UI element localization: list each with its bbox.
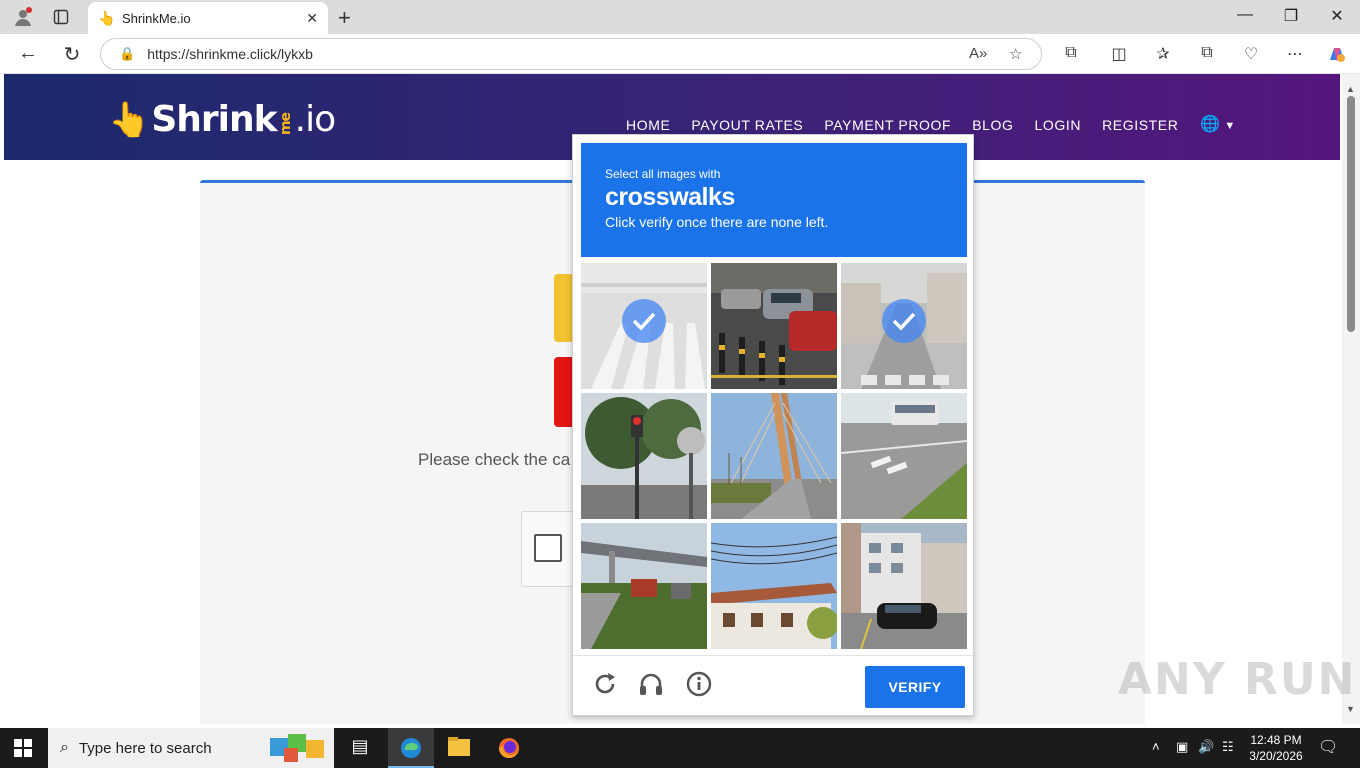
system-clock[interactable]: 12:48 PM 3/20/2026: [1246, 732, 1306, 764]
hand-favicon-icon: 👆: [98, 10, 116, 26]
translate-icon: 🌐: [1200, 116, 1220, 133]
profile-icon[interactable]: [12, 6, 34, 28]
prompt-target: crosswalks: [605, 183, 735, 211]
tray-chevron-icon[interactable]: ˄: [1152, 739, 1160, 754]
captcha-tile-9[interactable]: [841, 523, 967, 649]
read-aloud-icon[interactable]: A»: [969, 45, 987, 62]
windows-taskbar: ⌕ Type here to search ▤ ˄ ▣ 🔊 ☷ 12:48 PM…: [0, 728, 1360, 768]
browser-toolbar: ← ↻ 🔒 https://shrinkme.click/lykxb A» ☆ …: [0, 34, 1360, 74]
captcha-prompt: Select all images with crosswalks Click …: [581, 143, 967, 257]
collections-icon[interactable]: ⧉: [1196, 44, 1218, 62]
search-icon: ⌕: [60, 739, 69, 756]
captcha-checkbox[interactable]: [534, 534, 562, 562]
copilot-icon[interactable]: [1326, 44, 1348, 71]
task-view-icon[interactable]: ▤: [348, 736, 372, 760]
favorites-icon[interactable]: ✰: [1152, 44, 1174, 64]
windows-start-icon[interactable]: [14, 739, 32, 757]
captcha-tile-4[interactable]: [581, 393, 707, 519]
edge-icon[interactable]: [399, 736, 423, 760]
language-selector[interactable]: 🌐 ▼: [1200, 114, 1235, 134]
close-tab-icon[interactable]: ✕: [306, 10, 318, 27]
new-tab-icon[interactable]: +: [338, 5, 351, 31]
search-placeholder: Type here to search: [78, 739, 212, 757]
anyrun-watermark: ANY RUN: [1118, 654, 1357, 705]
scroll-thumb[interactable]: [1347, 96, 1355, 332]
logo-me-text: me: [277, 112, 294, 136]
browser-essentials-icon[interactable]: ♡: [1240, 44, 1262, 64]
favorite-icon[interactable]: ☆: [1009, 45, 1022, 63]
browser-tab-bar: 👆 ShrinkMe.io ✕ + — ❐ ✕: [0, 0, 1360, 34]
page-scrollbar[interactable]: ▲ ▼: [1342, 74, 1360, 724]
lock-icon[interactable]: 🔒: [119, 46, 135, 62]
logo-io-text: .io: [294, 99, 336, 140]
site-nav: HOME PAYOUT RATES PAYMENT PROOF BLOG LOG…: [626, 117, 1199, 133]
nav-register[interactable]: REGISTER: [1102, 117, 1178, 133]
volume-icon[interactable]: 🔊: [1198, 739, 1214, 755]
scroll-up-icon[interactable]: ▲: [1346, 84, 1355, 94]
prompt-line-3: Click verify once there are none left.: [605, 214, 829, 230]
captcha-challenge: Select all images with crosswalks Click …: [572, 134, 974, 716]
file-explorer-icon[interactable]: [447, 736, 471, 760]
chevron-down-icon: ▼: [1224, 120, 1236, 132]
selected-check-icon: [882, 299, 926, 343]
captcha-image-grid: [581, 263, 967, 649]
taskbar-search[interactable]: ⌕ Type here to search: [48, 728, 334, 768]
captcha-tile-1[interactable]: [581, 263, 707, 389]
headphones-icon[interactable]: [637, 670, 665, 698]
hand-logo-icon: 👆: [108, 100, 150, 140]
site-logo[interactable]: 👆 Shrink me .io: [108, 88, 336, 140]
restore-icon[interactable]: ❐: [1281, 6, 1301, 26]
nav-payout-rates[interactable]: PAYOUT RATES: [691, 117, 803, 133]
captcha-footer: VERIFY: [573, 655, 973, 715]
page-instruction-text: Please check the ca: [418, 450, 571, 469]
captcha-tile-5[interactable]: [711, 393, 837, 519]
captcha-tile-8[interactable]: [711, 523, 837, 649]
tab-actions-icon[interactable]: [50, 6, 72, 28]
extensions-icon[interactable]: ⧉: [1060, 44, 1082, 62]
firefox-icon[interactable]: [497, 736, 521, 760]
network-icon[interactable]: ☷: [1222, 739, 1234, 755]
notifications-icon[interactable]: 🗨: [1318, 737, 1338, 757]
minimize-icon[interactable]: —: [1235, 6, 1255, 24]
captcha-tile-7[interactable]: [581, 523, 707, 649]
reload-icon[interactable]: [591, 670, 619, 698]
clock-time: 12:48 PM: [1250, 733, 1302, 747]
address-bar[interactable]: 🔒 https://shrinkme.click/lykxb A» ☆: [100, 38, 1042, 70]
tab-title: ShrinkMe.io: [122, 10, 191, 26]
info-icon[interactable]: [685, 670, 713, 698]
more-icon[interactable]: ⋯: [1284, 44, 1306, 64]
nav-login[interactable]: LOGIN: [1035, 117, 1082, 133]
captcha-tile-2[interactable]: [711, 263, 837, 389]
url-text: https://shrinkme.click/lykxb: [147, 46, 313, 62]
scroll-down-icon[interactable]: ▼: [1346, 704, 1355, 714]
verify-button[interactable]: VERIFY: [865, 666, 965, 708]
search-highlight-icon: [270, 734, 326, 762]
captcha-tile-6[interactable]: [841, 393, 967, 519]
nav-home[interactable]: HOME: [626, 117, 670, 133]
close-window-icon[interactable]: ✕: [1327, 6, 1347, 26]
refresh-icon[interactable]: ↻: [60, 42, 84, 67]
clock-date: 3/20/2026: [1249, 749, 1303, 763]
meet-icon[interactable]: ▣: [1176, 739, 1188, 755]
back-icon[interactable]: ←: [16, 42, 40, 65]
nav-blog[interactable]: BLOG: [972, 117, 1013, 133]
logo-text: Shrink: [151, 99, 277, 140]
nav-payment-proof[interactable]: PAYMENT PROOF: [824, 117, 951, 133]
tab-shrinkme[interactable]: 👆 ShrinkMe.io ✕: [88, 2, 328, 34]
prompt-line-1: Select all images with: [605, 167, 721, 181]
selected-check-icon: [622, 299, 666, 343]
captcha-tile-3[interactable]: [841, 263, 967, 389]
split-screen-icon[interactable]: ◫: [1108, 44, 1130, 64]
